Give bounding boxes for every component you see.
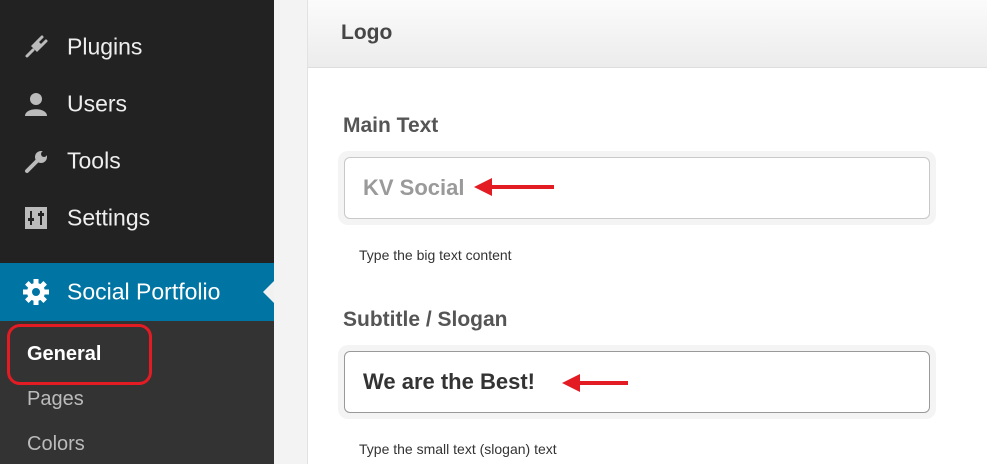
subtitle-helper: Type the small text (slogan) text (359, 441, 557, 457)
admin-sidebar: Plugins Users Tools Settings Social Port… (0, 0, 274, 464)
section-header: Logo (308, 0, 987, 68)
sidebar-item-tools[interactable]: Tools (0, 136, 274, 186)
subtitle-field-wrap (338, 345, 936, 419)
sidebar-item-label: Users (67, 90, 128, 117)
content-gutter (274, 0, 307, 464)
main-text-label: Main Text (343, 114, 439, 137)
sidebar-item-social-portfolio[interactable]: Social Portfolio (0, 263, 274, 321)
gear-icon (22, 278, 50, 306)
main-text-field-wrap (338, 151, 936, 225)
sidebar-item-label: Tools (67, 147, 121, 174)
main-text-helper: Type the big text content (359, 247, 512, 263)
settings-icon (22, 204, 50, 232)
options-panel: Logo Main Text Type the big text content… (307, 0, 987, 464)
section-title: Logo (341, 21, 393, 44)
user-icon (22, 90, 50, 118)
sidebar-item-label: Social Portfolio (67, 278, 221, 305)
sidebar-item-settings[interactable]: Settings (0, 193, 274, 243)
sidebar-submenu: General Pages Colors (0, 321, 274, 464)
submenu-item-colors[interactable]: Colors (27, 433, 85, 456)
main-text-input[interactable] (344, 157, 930, 219)
sidebar-item-label: Plugins (67, 33, 143, 60)
submenu-item-pages[interactable]: Pages (27, 388, 84, 411)
submenu-item-general[interactable]: General (27, 343, 101, 366)
subtitle-input[interactable] (344, 351, 930, 413)
sidebar-item-users[interactable]: Users (0, 79, 274, 129)
subtitle-label: Subtitle / Slogan (343, 308, 508, 331)
sidebar-item-label: Settings (67, 204, 151, 231)
active-indicator (263, 281, 274, 303)
sidebar-item-plugins[interactable]: Plugins (0, 22, 274, 72)
wrench-icon (22, 147, 50, 175)
plugin-icon (22, 33, 50, 61)
